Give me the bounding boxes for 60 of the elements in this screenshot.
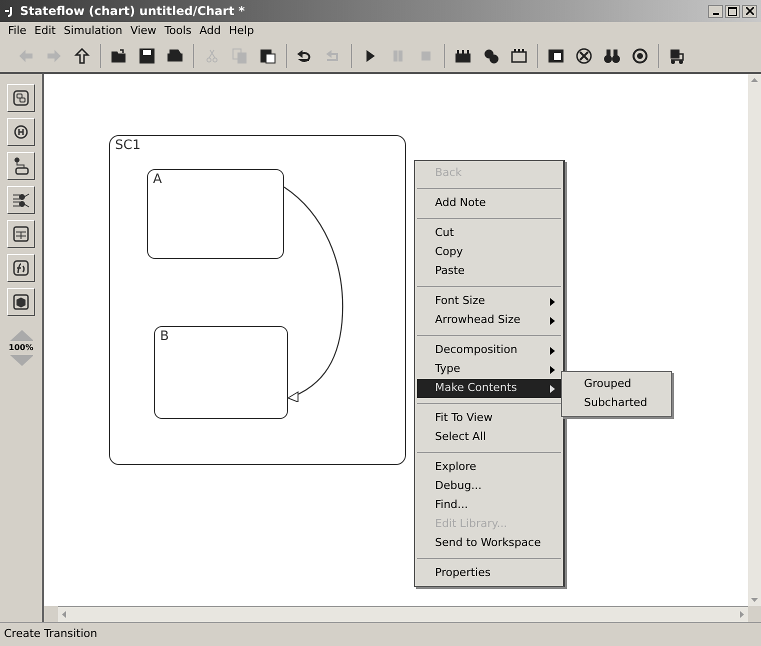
menu-item[interactable]: View (126, 22, 160, 40)
menu-item[interactable]: Add Note (417, 194, 561, 213)
maximize-icon (728, 6, 737, 16)
default-transition-button[interactable] (7, 152, 35, 180)
folder-icon[interactable] (111, 48, 127, 64)
truth-table-icon (12, 225, 30, 243)
menu-item[interactable]: Type (417, 360, 561, 379)
close-button[interactable] (742, 4, 757, 18)
menu-item[interactable]: Tools (160, 22, 196, 40)
menu-item[interactable]: Cut (417, 224, 561, 243)
menu-item[interactable]: Find... (417, 496, 561, 515)
up-arrow-icon[interactable] (74, 48, 90, 64)
menu-item[interactable]: Decomposition (417, 341, 561, 360)
close-icon (746, 7, 754, 15)
zoom-level: 100% (8, 342, 34, 354)
connective-junction-icon (12, 191, 30, 209)
clipboard-icon[interactable] (260, 48, 276, 64)
window-title: Stateflow (chart) untitled/Chart * (20, 3, 245, 20)
menu-item[interactable]: Edit (30, 22, 60, 40)
menu-item[interactable]: Font Size (417, 292, 561, 311)
menu-item[interactable]: Send to Workspace (417, 534, 561, 553)
window-icon[interactable] (548, 48, 564, 64)
box-tool-button[interactable] (7, 288, 35, 316)
function-button[interactable] (7, 254, 35, 282)
maximize-button[interactable] (725, 4, 740, 18)
target-icon[interactable] (632, 48, 648, 64)
history-junction-button[interactable] (7, 118, 35, 146)
undo-icon[interactable] (297, 48, 313, 64)
menu-item[interactable]: Explore (417, 458, 561, 477)
history-junction-icon (12, 123, 30, 141)
menu-item[interactable]: Help (224, 22, 258, 40)
default-transition-icon (12, 157, 30, 175)
menu-item[interactable]: Add (196, 22, 225, 40)
menu-item[interactable]: Fit To View (417, 409, 561, 428)
printer-icon[interactable] (167, 48, 183, 64)
status-text: Create Transition (4, 626, 98, 642)
truth-table-button[interactable] (7, 220, 35, 248)
menu-item[interactable]: Debug... (417, 477, 561, 496)
state-label: SC1 (115, 139, 141, 152)
state-label: A (153, 173, 162, 186)
menu-item[interactable]: Properties (417, 564, 561, 583)
menu-item[interactable]: File (4, 22, 30, 40)
state-label: B (160, 330, 169, 343)
menu-item[interactable]: Paste (417, 262, 561, 281)
menu-item[interactable]: Select All (417, 428, 561, 447)
minimize-button[interactable] (708, 4, 723, 18)
menu-item[interactable]: Arrowhead Size (417, 311, 561, 330)
box-tool-icon (12, 293, 30, 311)
menu-item[interactable]: Simulation (60, 22, 126, 40)
menu-item[interactable]: Grouped (564, 375, 669, 394)
cart-icon[interactable] (669, 48, 685, 64)
menu-item[interactable]: Copy (417, 243, 561, 262)
menu-item[interactable]: Subcharted (564, 394, 669, 413)
state-tool-button[interactable] (7, 84, 35, 112)
menu-item[interactable]: Make Contents (417, 379, 561, 398)
connective-junction-button[interactable] (7, 186, 35, 214)
save-icon[interactable] (139, 48, 155, 64)
search-icon[interactable] (604, 48, 620, 64)
function-icon (12, 259, 30, 277)
state-tool-icon (12, 89, 30, 107)
